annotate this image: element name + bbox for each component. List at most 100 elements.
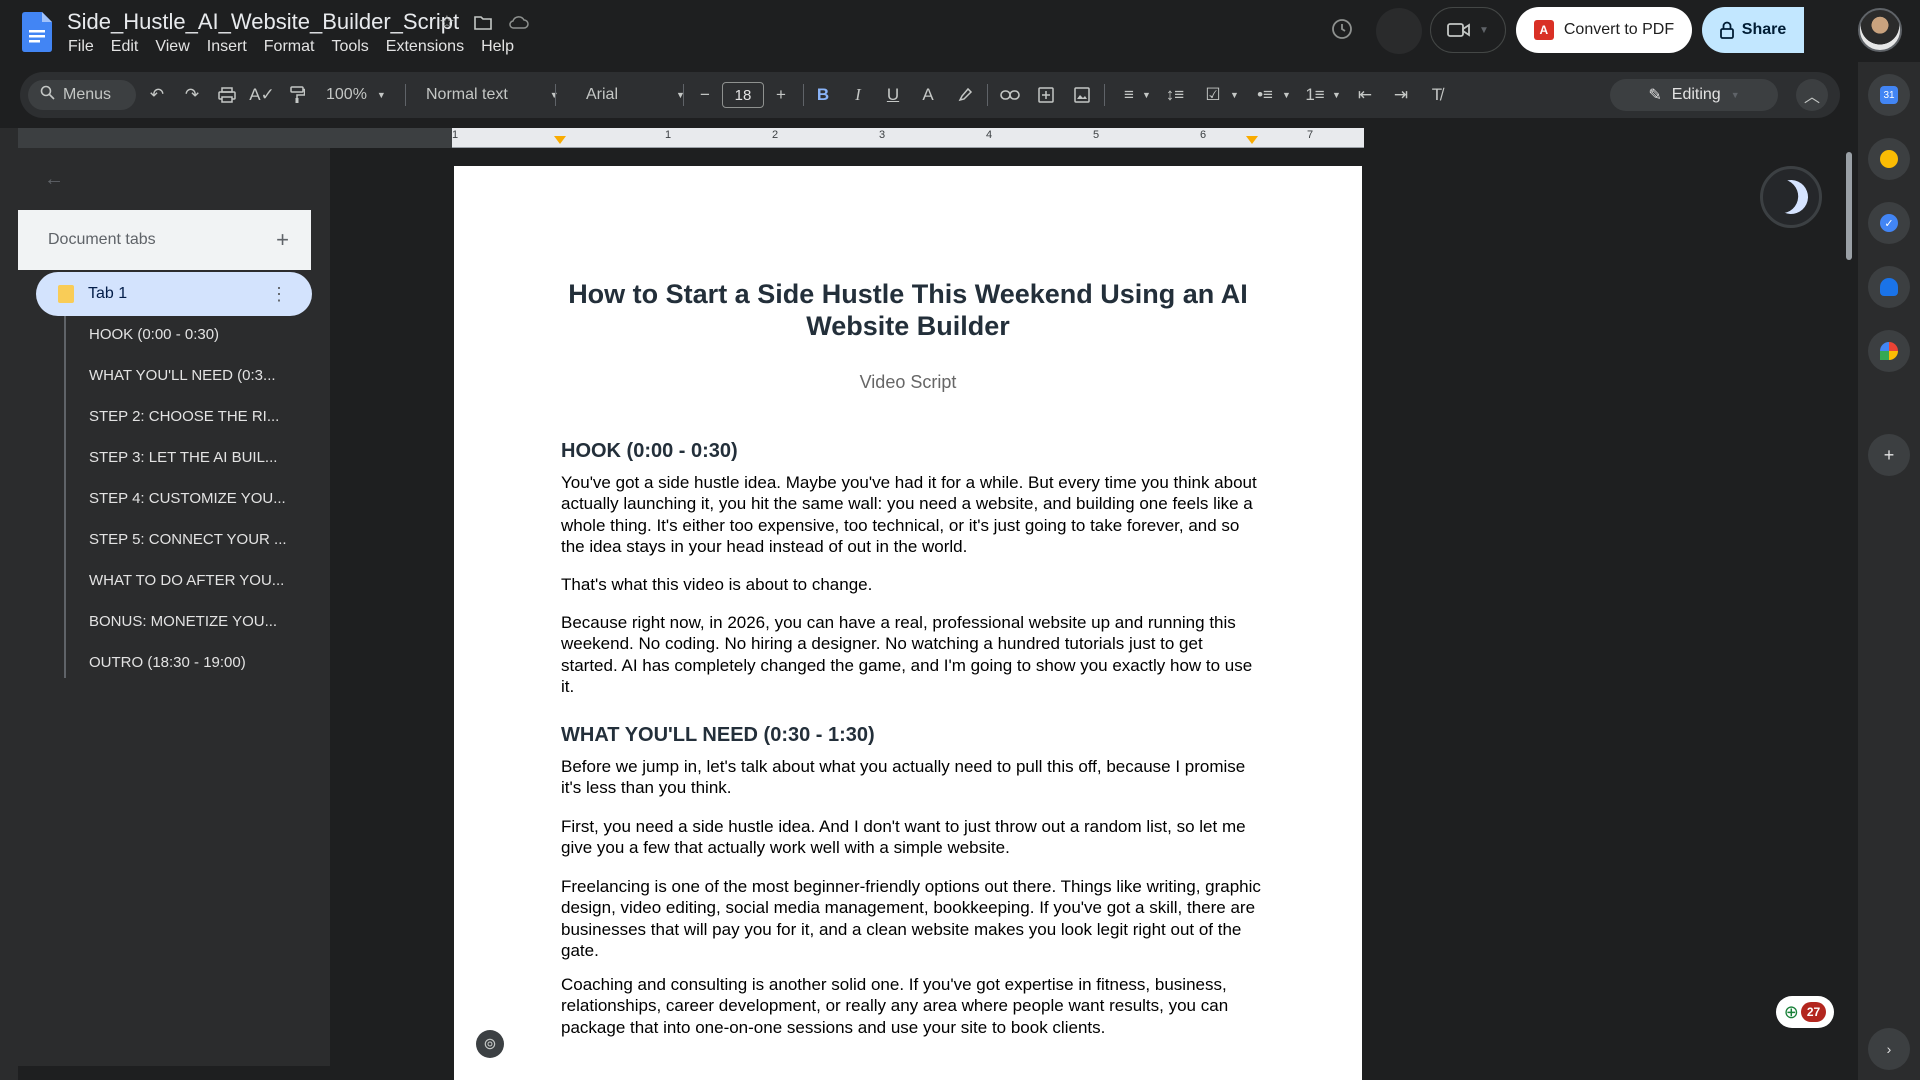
tasks-icon[interactable]: ✓ [1868, 202, 1910, 244]
outline-item[interactable]: OUTRO (18:30 - 19:00) [89, 654, 304, 671]
collapse-toolbar-button[interactable]: ︿ [1796, 79, 1828, 111]
tab-item-tab-1[interactable]: Tab 1 ⋮ [36, 272, 312, 316]
document-title[interactable]: Side_Hustle_AI_Website_Builder_Script [67, 9, 459, 35]
document-page[interactable]: How to Start a Side Hustle This Weekend … [454, 166, 1362, 1080]
back-arrow-icon[interactable]: ← [44, 168, 64, 191]
decrease-indent-icon[interactable]: ⇤ [1350, 72, 1380, 118]
suggestions-button[interactable]: ⊕ 27 [1776, 996, 1834, 1028]
undo-icon[interactable]: ↶ [142, 72, 172, 118]
font-family-select[interactable]: Arial ▼ [568, 72, 693, 118]
paragraph: That's what this video is about to chang… [561, 575, 873, 594]
menu-view[interactable]: View [155, 38, 189, 56]
video-camera-icon [1447, 23, 1470, 37]
highlight-color-icon[interactable] [950, 72, 980, 118]
menu-extensions[interactable]: Extensions [386, 38, 464, 56]
chevron-down-icon[interactable]: ▼ [1282, 72, 1291, 118]
outline-item[interactable]: WHAT YOU'LL NEED (0:3... [89, 367, 304, 384]
search-icon [40, 85, 55, 105]
zoom-value: 100% [326, 86, 367, 103]
increase-font-size-icon[interactable]: + [766, 72, 796, 118]
cloud-status-icon[interactable] [508, 11, 530, 33]
outline-item[interactable]: WHAT TO DO AFTER YOU... [89, 572, 304, 589]
font-size-input[interactable]: 18 [722, 82, 764, 108]
formatting-toolbar: Menus ↶ ↷ A✓ 100% ▼ Normal text ▼ Arial … [20, 72, 1840, 118]
chevron-down-icon[interactable]: ▼ [1142, 72, 1151, 118]
menu-edit[interactable]: Edit [111, 38, 139, 56]
chevron-down-icon[interactable]: ▼ [1332, 72, 1341, 118]
text-color-button[interactable]: A [913, 72, 943, 118]
menu-help[interactable]: Help [481, 38, 514, 56]
outline-item[interactable]: STEP 5: CONNECT YOUR ... [89, 531, 304, 548]
menu-insert[interactable]: Insert [207, 38, 247, 56]
ruler-margin [18, 128, 452, 148]
outline-item[interactable]: HOOK (0:00 - 0:30) [89, 326, 304, 343]
more-options-icon[interactable]: ⋮ [270, 284, 288, 305]
paragraph: You've got a side hustle idea. Maybe you… [561, 473, 1257, 557]
align-icon[interactable]: ≡ [1114, 72, 1144, 118]
fingerprint-icon[interactable]: ⊚ [476, 1030, 504, 1058]
outline-item[interactable]: STEP 3: LET THE AI BUIL... [89, 449, 304, 466]
user-avatar[interactable] [1858, 8, 1902, 52]
font-family-value: Arial [586, 86, 619, 103]
menu-bar: File Edit View Insert Format Tools Exten… [68, 38, 531, 56]
document-tabs-title: Document tabs [48, 231, 156, 248]
outline-item[interactable]: BONUS: MONETIZE YOU... [89, 613, 304, 630]
editing-mode-button[interactable]: ✎ Editing ▼ [1610, 79, 1778, 111]
insert-image-icon[interactable] [1067, 72, 1097, 118]
vertical-scrollbar[interactable] [1842, 148, 1856, 1080]
ruler-number: 1 [665, 129, 672, 141]
move-folder-icon[interactable] [472, 11, 494, 33]
zoom-select[interactable]: 100% ▼ [318, 72, 394, 118]
print-icon[interactable] [212, 72, 242, 118]
italic-button[interactable]: I [843, 72, 873, 118]
outline-item[interactable]: STEP 4: CUSTOMIZE YOU... [89, 490, 304, 507]
star-icon[interactable]: ☆ [436, 11, 458, 33]
chevron-right-icon[interactable]: › [1868, 1028, 1910, 1070]
numbered-list-icon[interactable]: 1≡ [1300, 72, 1330, 118]
menu-tools[interactable]: Tools [331, 38, 368, 56]
ruler-number: 3 [879, 129, 886, 141]
paint-format-icon[interactable] [282, 72, 312, 118]
add-comment-icon[interactable] [1031, 72, 1061, 118]
dark-mode-toggle[interactable] [1760, 166, 1822, 228]
share-button[interactable]: Share [1702, 7, 1804, 53]
left-indent-marker[interactable] [554, 136, 566, 144]
meet-button[interactable]: ▼ [1430, 7, 1506, 53]
chevron-down-icon[interactable]: ▼ [1230, 72, 1239, 118]
decrease-font-size-icon[interactable]: − [690, 72, 720, 118]
convert-to-pdf-button[interactable]: A Convert to PDF [1516, 7, 1692, 53]
scrollbar-thumb[interactable] [1846, 152, 1852, 260]
keep-icon[interactable] [1868, 138, 1910, 180]
editing-mode-label: Editing [1671, 86, 1721, 103]
spellcheck-icon[interactable]: A✓ [247, 72, 277, 118]
right-indent-marker[interactable] [1246, 136, 1258, 144]
redo-icon[interactable]: ↷ [177, 72, 207, 118]
chevron-down-icon: ▼ [1479, 24, 1489, 36]
menu-file[interactable]: File [68, 38, 94, 56]
paragraph: Coaching and consulting is another solid… [561, 975, 1229, 1037]
ruler-number: 6 [1200, 129, 1207, 141]
suggestions-count-badge: 27 [1800, 1002, 1827, 1022]
paragraph-style-select[interactable]: Normal text ▼ [418, 72, 567, 118]
add-addon-icon[interactable]: + [1868, 434, 1910, 476]
contacts-icon[interactable] [1868, 266, 1910, 308]
calendar-icon[interactable]: 31 [1868, 74, 1910, 116]
underline-button[interactable]: U [878, 72, 908, 118]
clear-formatting-icon[interactable]: T̸ [1422, 72, 1452, 118]
google-docs-logo-icon[interactable] [22, 12, 52, 52]
add-tab-icon[interactable]: + [276, 227, 289, 253]
section-heading: WHAT YOU'LL NEED (0:30 - 1:30) [561, 724, 875, 746]
outline-item[interactable]: STEP 2: CHOOSE THE RI... [89, 408, 304, 425]
menus-search-button[interactable]: Menus [28, 80, 136, 110]
bulleted-list-icon[interactable]: •≡ [1250, 72, 1280, 118]
checklist-icon[interactable]: ☑ [1198, 72, 1228, 118]
bold-button[interactable]: B [808, 72, 838, 118]
insert-link-icon[interactable] [995, 72, 1025, 118]
increase-indent-icon[interactable]: ⇥ [1386, 72, 1416, 118]
maps-icon[interactable] [1868, 330, 1910, 372]
line-spacing-icon[interactable]: ↕≡ [1160, 72, 1190, 118]
title-bar: Side_Hustle_AI_Website_Builder_Script ☆ … [0, 0, 1920, 62]
version-history-icon[interactable] [1330, 17, 1356, 43]
horizontal-ruler[interactable]: 1 1 2 3 4 5 6 7 [452, 128, 1364, 148]
menu-format[interactable]: Format [264, 38, 315, 56]
